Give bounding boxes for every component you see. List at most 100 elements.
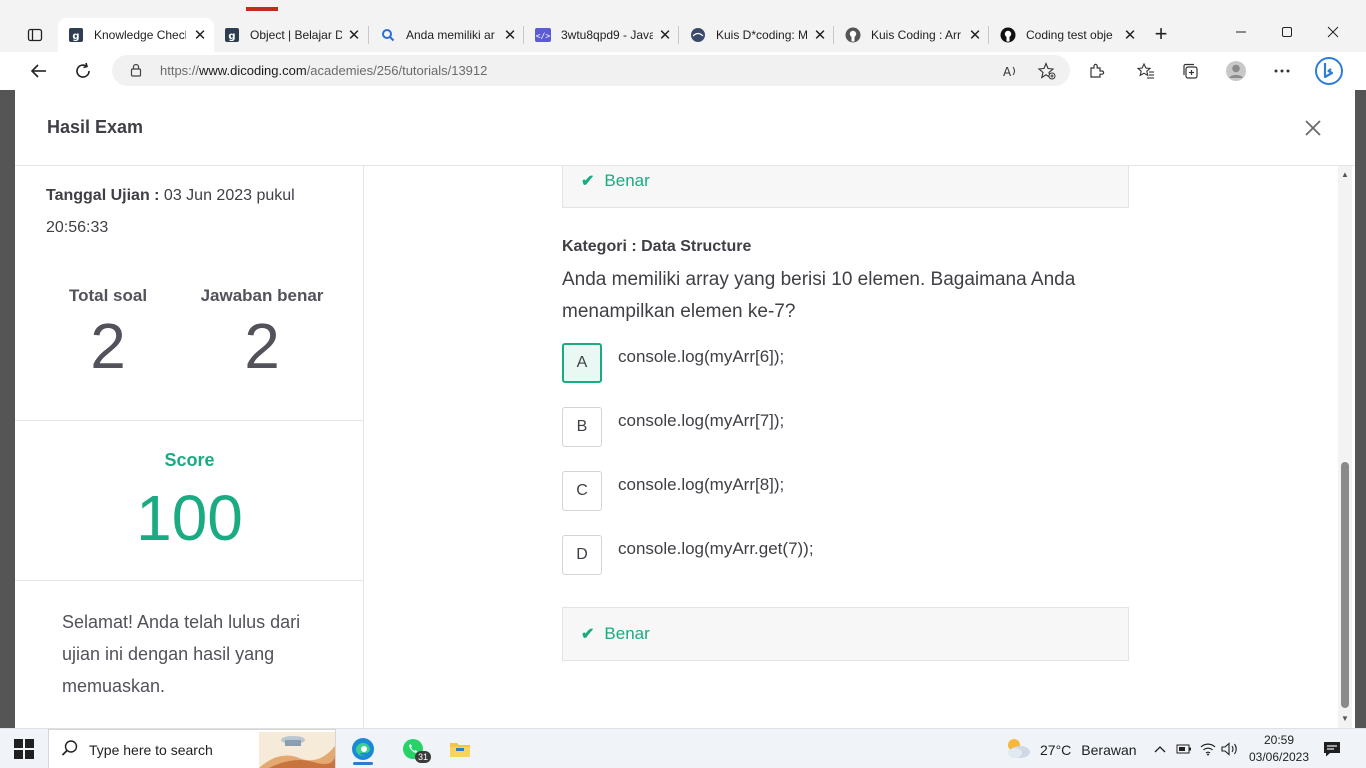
tab-title: Coding test obje — [1026, 28, 1113, 42]
address-bar[interactable]: https://www.dicoding.com/academies/256/t… — [112, 55, 1070, 86]
browser-toolbar: https://www.dicoding.com/academies/256/t… — [0, 52, 1366, 90]
tab-coding-test[interactable]: Coding test obje ✕ — [990, 18, 1144, 52]
show-hidden-icons-chevron-icon[interactable] — [1150, 739, 1170, 759]
tab-separator — [368, 26, 369, 44]
question-review-panel: ✔ Benar Kategori : Data Structure Anda m… — [364, 166, 1339, 728]
github-favicon-icon — [845, 27, 861, 43]
exam-result-modal: Hasil Exam Tanggal Ujian : 03 Jun 2023 p… — [15, 90, 1355, 728]
back-arrow-icon[interactable] — [26, 58, 52, 84]
scroll-up-icon[interactable]: ▲ — [1338, 170, 1352, 179]
scrollbar-thumb[interactable] — [1341, 462, 1349, 708]
tab-close-icon[interactable]: ✕ — [1122, 27, 1138, 44]
jawaban-benar-label: Jawaban benar — [200, 286, 324, 305]
modal-title: Hasil Exam — [47, 117, 144, 137]
favorites-icon[interactable] — [1133, 58, 1159, 84]
tab-close-icon[interactable]: ✕ — [812, 27, 828, 44]
profile-avatar-icon[interactable] — [1223, 58, 1249, 84]
window-close-icon[interactable] — [1318, 18, 1348, 46]
result-summary-panel: Tanggal Ujian : 03 Jun 2023 pukul 20:56:… — [15, 166, 364, 728]
tab-title: Anda memiliki ar — [406, 28, 495, 42]
tab-separator — [523, 26, 524, 44]
url-text[interactable]: https://www.dicoding.com/academies/256/t… — [160, 63, 487, 78]
tab-close-icon[interactable]: ✕ — [346, 27, 362, 44]
collections-icon[interactable] — [1177, 58, 1203, 84]
option-b[interactable]: B console.log(myArr[7]); — [562, 407, 1122, 447]
wifi-icon[interactable] — [1198, 739, 1218, 759]
maximize-icon[interactable] — [1272, 18, 1302, 46]
minimize-icon[interactable] — [1226, 18, 1256, 46]
previous-answer-result: ✔ Benar — [562, 166, 1129, 208]
battery-icon[interactable] — [1174, 739, 1194, 759]
checkmark-icon: ✔ — [581, 626, 595, 643]
partly-cloudy-icon — [1004, 737, 1032, 762]
dicoding-favicon-icon: g — [224, 27, 240, 43]
tab-title: Object | Belajar D — [250, 28, 342, 42]
edge-taskbar-icon[interactable] — [345, 733, 381, 765]
svg-text:g: g — [228, 31, 235, 42]
tab-actions-icon[interactable] — [24, 24, 46, 46]
tab-title: Kuis D*coding: M — [716, 28, 808, 42]
tab-java[interactable]: </> 3wtu8qpd9 - Java ✕ — [525, 18, 679, 52]
clock-time: 20:59 — [1263, 733, 1295, 747]
divider — [15, 580, 364, 581]
file-explorer-taskbar-icon[interactable] — [442, 733, 478, 765]
extensions-icon[interactable] — [1084, 58, 1110, 84]
option-c[interactable]: C console.log(myArr[8]); — [562, 471, 1122, 511]
result-text: Benar — [604, 624, 650, 643]
search-favicon-icon — [380, 27, 396, 43]
option-letter: B — [562, 407, 602, 447]
taskbar-search[interactable]: Type here to search — [48, 729, 336, 768]
more-options-icon[interactable] — [1269, 58, 1295, 84]
whatsapp-taskbar-icon[interactable]: 31 — [395, 733, 431, 765]
modal-header: Hasil Exam — [15, 90, 1355, 166]
tab-object-belajar[interactable]: g Object | Belajar D ✕ — [214, 18, 368, 52]
divider — [15, 420, 364, 421]
tab-separator — [833, 26, 834, 44]
option-d[interactable]: D console.log(myArr.get(7)); — [562, 535, 1122, 575]
notifications-icon[interactable] — [1322, 739, 1342, 759]
refresh-icon[interactable] — [70, 58, 96, 84]
tab-search[interactable]: Anda memiliki ar ✕ — [370, 18, 524, 52]
checkmark-icon: ✔ — [581, 173, 595, 190]
system-clock[interactable]: 20:59 03/06/2023 — [1242, 732, 1316, 766]
option-letter: A — [562, 343, 602, 383]
scrollbar[interactable]: ▲ ▼ — [1338, 166, 1352, 728]
congratulations-message: Selamat! Anda telah lulus dari ujian ini… — [62, 612, 301, 696]
url-scheme: https:// — [160, 63, 200, 78]
tab-close-icon[interactable]: ✕ — [192, 27, 208, 44]
windows-taskbar: Type here to search 31 27°C Berawan 20:5… — [0, 728, 1366, 768]
tab-title: 3wtu8qpd9 - Java — [561, 28, 653, 42]
bing-chat-icon[interactable] — [1314, 56, 1344, 86]
scroll-down-icon[interactable]: ▼ — [1338, 714, 1352, 723]
tab-close-icon[interactable]: ✕ — [502, 27, 518, 44]
total-soal-value: 2 — [90, 310, 126, 382]
search-icon — [61, 739, 79, 762]
tab-close-icon[interactable]: ✕ — [967, 27, 983, 44]
tab-knowledge-check[interactable]: g Knowledge Check ✕ — [58, 18, 214, 52]
code-favicon-icon: </> — [535, 27, 551, 43]
whatsapp-unread-badge: 31 — [414, 751, 431, 763]
lock-icon[interactable] — [130, 63, 142, 82]
weather-widget[interactable]: 27°C Berawan — [1004, 737, 1137, 762]
option-a[interactable]: A console.log(myArr[6]); — [562, 343, 1122, 383]
new-tab-button[interactable]: + — [1150, 23, 1172, 46]
option-text: console.log(myArr[8]); — [618, 475, 785, 494]
tab-separator — [678, 26, 679, 44]
tab-close-icon[interactable]: ✕ — [657, 27, 673, 44]
modal-close-icon[interactable] — [1301, 116, 1325, 140]
jawaban-benar-value: 2 — [244, 310, 280, 382]
option-text: console.log(myArr[7]); — [618, 411, 785, 430]
tab-separator — [988, 26, 989, 44]
tab-title: Knowledge Check — [94, 28, 186, 42]
tab-kuis-coding[interactable]: Kuis Coding : Arr ✕ — [835, 18, 989, 52]
tab-title: Kuis Coding : Arr — [871, 28, 962, 42]
dicoding-favicon-icon: g — [68, 27, 84, 43]
read-aloud-icon[interactable]: A — [998, 58, 1024, 84]
volume-icon[interactable] — [1220, 739, 1240, 759]
option-letter: C — [562, 471, 602, 511]
windows-start-icon[interactable] — [14, 739, 34, 759]
tab-kuis-dicoding[interactable]: Kuis D*coding: M ✕ — [680, 18, 834, 52]
add-favorite-icon[interactable] — [1034, 58, 1060, 84]
weather-condition: Berawan — [1081, 741, 1137, 758]
question-category: Kategori : Data Structure — [562, 238, 752, 255]
